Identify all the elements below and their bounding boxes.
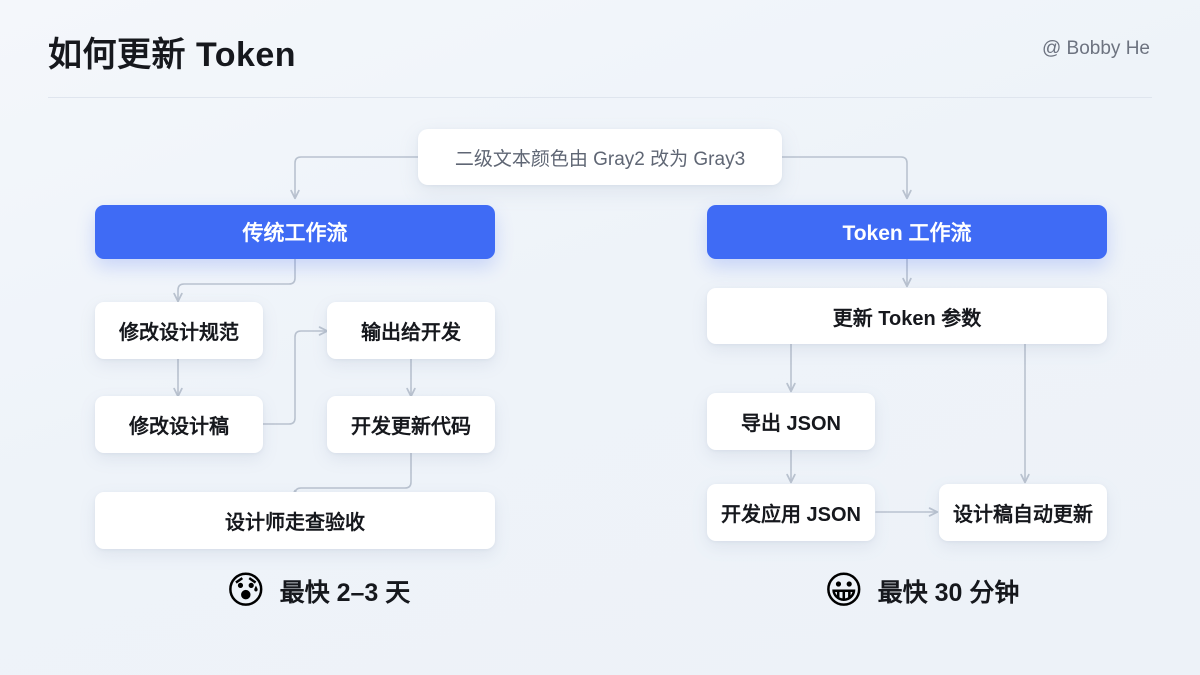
- connector-t2-to-t3: [262, 326, 329, 425]
- summary-traditional: 😰 最快 2–3 天: [226, 572, 410, 610]
- node-traditional-1[interactable]: 修改设计规范: [95, 302, 263, 359]
- connector-traditional-to-t1: [173, 258, 296, 303]
- grinning-face-emoji: 😀: [824, 570, 864, 612]
- node-token-1[interactable]: 更新 Token 参数: [707, 288, 1107, 344]
- node-token-2[interactable]: 导出 JSON: [707, 393, 875, 450]
- connector-trigger-to-traditional: [290, 156, 419, 200]
- node-traditional-3[interactable]: 输出给开发: [327, 302, 495, 359]
- slide-root: 如何更新 Token @ Bobby He 二级文本颜色由 Gray2 改为 G…: [0, 0, 1200, 675]
- node-token-3[interactable]: 开发应用 JSON: [707, 484, 875, 541]
- anxious-face-with-sweat-emoji: 😰: [226, 570, 266, 612]
- node-traditional-4[interactable]: 开发更新代码: [327, 396, 495, 453]
- node-traditional-2[interactable]: 修改设计稿: [95, 396, 263, 453]
- node-token-4[interactable]: 设计稿自动更新: [939, 484, 1107, 541]
- flow-diagram: 二级文本颜色由 Gray2 改为 Gray3 传统工作流 修改设计规范 修改设计…: [0, 0, 1200, 675]
- connector-trigger-to-token: [781, 156, 912, 200]
- column-header-traditional[interactable]: 传统工作流: [95, 205, 495, 259]
- summary-token: 😀 最快 30 分钟: [824, 572, 1019, 610]
- summary-token-text: 最快 30 分钟: [877, 579, 1020, 607]
- column-header-token[interactable]: Token 工作流: [707, 205, 1107, 259]
- connector-t4-to-t5: [290, 452, 412, 500]
- summary-traditional-text: 最快 2–3 天: [279, 579, 411, 607]
- node-trigger[interactable]: 二级文本颜色由 Gray2 改为 Gray3: [418, 129, 782, 185]
- node-traditional-5[interactable]: 设计师走查验收: [95, 492, 495, 549]
